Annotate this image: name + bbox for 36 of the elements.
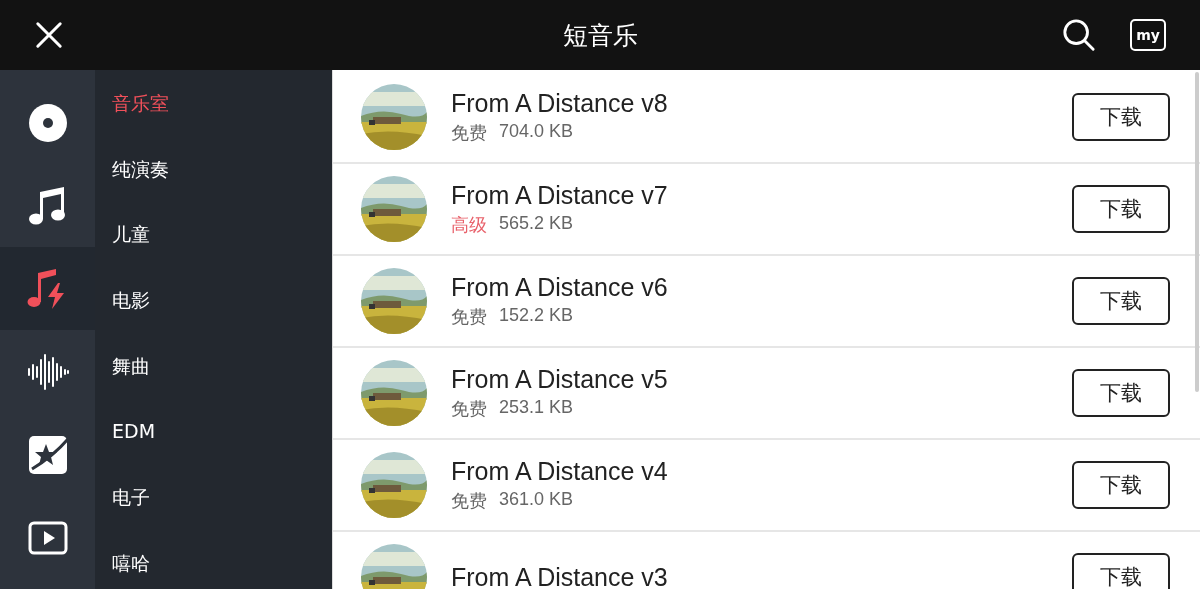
file-size: 361.0 KB [499,489,574,511]
my-folder-button[interactable]: my [1130,19,1166,51]
category-item[interactable]: 嘻哈 [95,547,332,589]
price-tier-label: 免费 [451,306,487,329]
download-button[interactable]: 下载 [1072,185,1170,233]
track-title: From A Distance v4 [451,457,669,486]
file-size: 704.0 KB [499,121,574,143]
search-icon[interactable] [1062,18,1096,52]
price-tier-label: 免费 [451,398,487,421]
price-tier-label: 免费 [451,490,487,513]
download-button[interactable]: 下载 [1072,553,1170,589]
category-item[interactable]: 电影 [95,285,332,351]
category-item[interactable]: 儿童 [95,219,332,286]
file-size: 253.1 KB [499,397,574,419]
track-title: From A Distance v7 [451,181,669,210]
file-size: 565.2 KB [499,213,574,235]
category-item[interactable]: 舞曲 [95,350,332,417]
category-item[interactable]: 纯演奏 [95,153,332,220]
file-size: 152.2 KB [499,305,574,327]
category-item[interactable]: 音乐室 [95,88,332,154]
track-title: From A Distance v6 [451,273,669,302]
close-icon[interactable] [35,21,63,49]
track-title: From A Distance v8 [451,89,669,118]
download-button[interactable]: 下载 [1072,277,1170,325]
category-item[interactable]: 电子 [95,482,332,548]
category-item[interactable]: EDM [95,416,332,483]
price-tier-label: 高级 [451,214,487,237]
price-tier-label: 免费 [451,122,487,145]
track-title: From A Distance v3 [451,562,669,589]
download-button[interactable]: 下载 [1072,369,1170,417]
rail-note-bolt-tab[interactable] [0,247,95,330]
track-title: From A Distance v5 [451,365,669,394]
page-title: 短音乐 [562,19,638,52]
download-button[interactable]: 下载 [1072,461,1170,509]
download-button[interactable]: 下载 [1072,93,1170,141]
scrollbar[interactable] [1195,72,1199,392]
